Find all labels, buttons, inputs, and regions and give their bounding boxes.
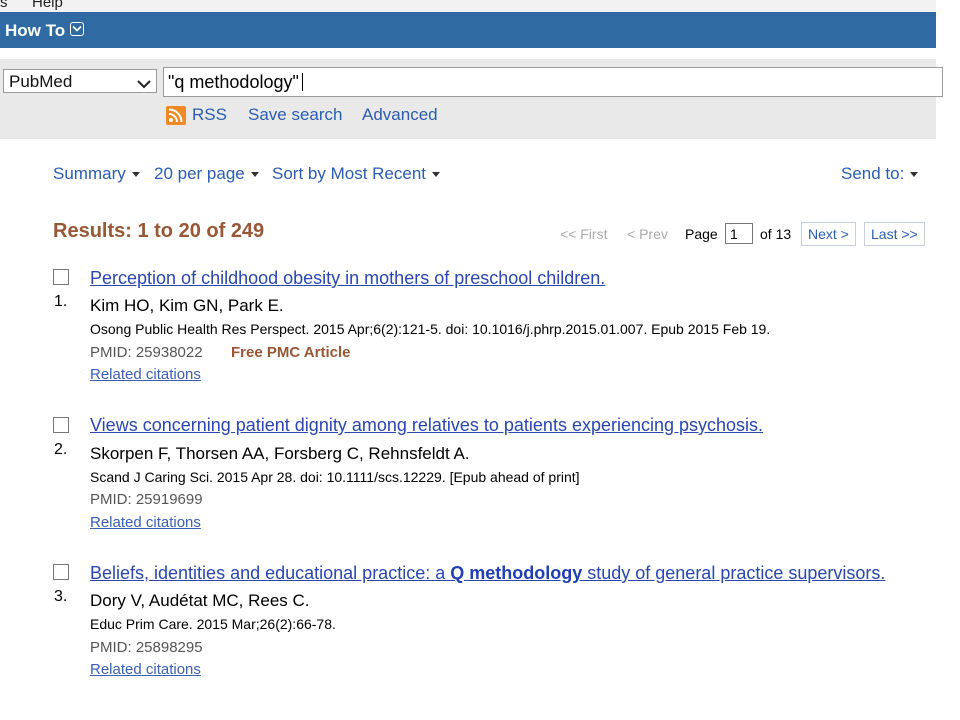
database-select[interactable]: PubMed — [3, 69, 157, 93]
pager-total-pages: of 13 — [760, 226, 792, 242]
results-count: Results: 1 to 20 of 249 — [53, 220, 265, 242]
related-citations-link[interactable]: Related citations — [90, 661, 201, 678]
result-checkbox[interactable] — [53, 417, 69, 433]
send-to-dropdown[interactable]: Send to: — [841, 164, 919, 184]
result-number: 2. — [54, 441, 68, 458]
pager-next-button[interactable]: Next > — [801, 222, 856, 246]
result-checkbox[interactable] — [53, 564, 69, 580]
search-band: PubMed "q methodology" RSS Save search A… — [0, 59, 943, 139]
per-page-dropdown[interactable]: 20 per page — [154, 164, 259, 184]
result-pmid: PMID: 25919699 — [90, 491, 203, 508]
menu-item-help[interactable]: Help — [32, 0, 63, 11]
search-input-value: "q methodology" — [168, 72, 303, 93]
related-citations-link[interactable]: Related citations — [90, 514, 201, 531]
result-checkbox[interactable] — [53, 269, 69, 285]
pager-prev: < Prev — [627, 226, 668, 242]
rss-icon[interactable] — [166, 106, 186, 125]
menu-item-fragment[interactable]: s — [0, 0, 8, 11]
howto-bar: How To — [0, 12, 936, 48]
caret-down-icon — [910, 172, 919, 177]
howto-label[interactable]: How To — [5, 21, 65, 41]
rss-link[interactable]: RSS — [192, 105, 227, 125]
result-citation: Scand J Caring Sci. 2015 Apr 28. doi: 10… — [90, 469, 580, 485]
sort-dropdown[interactable]: Sort by Most Recent — [272, 164, 441, 184]
database-select-value: PubMed — [9, 72, 73, 91]
result-citation: Educ Prim Care. 2015 Mar;26(2):66-78. — [90, 616, 336, 632]
free-pmc-article-link[interactable]: Free PMC Article — [231, 344, 350, 361]
chevron-down-icon[interactable] — [70, 22, 84, 36]
advanced-search-link[interactable]: Advanced — [362, 105, 438, 125]
caret-down-icon — [432, 172, 441, 177]
result-title-link[interactable]: Perception of childhood obesity in mothe… — [90, 268, 605, 289]
result-authors: Dory V, Audétat MC, Rees C. — [90, 591, 310, 610]
result-number: 3. — [54, 588, 68, 605]
result-pmid: PMID: 25938022 — [90, 344, 203, 361]
query-term-highlight: Q methodology — [450, 563, 583, 583]
result-pmid: PMID: 25898295 — [90, 639, 203, 656]
related-citations-link[interactable]: Related citations — [90, 366, 201, 383]
result-authors: Skorpen F, Thorsen AA, Forsberg C, Rehns… — [90, 444, 470, 463]
result-number: 1. — [54, 293, 68, 310]
menu-strip: s Help — [0, 0, 936, 12]
caret-down-icon — [131, 172, 140, 177]
text-cursor — [301, 73, 303, 91]
pager-first: << First — [560, 226, 608, 242]
pager-page-label: Page — [685, 226, 718, 242]
save-search-link[interactable]: Save search — [248, 105, 343, 125]
result-authors: Kim HO, Kim GN, Park E. — [90, 296, 284, 315]
result-title-link[interactable]: Views concerning patient dignity among r… — [90, 415, 763, 436]
page-number-input[interactable]: 1 — [725, 223, 753, 244]
search-input[interactable]: "q methodology" — [163, 67, 943, 97]
format-dropdown[interactable]: Summary — [53, 164, 140, 184]
pager-last-button[interactable]: Last >> — [864, 222, 925, 246]
caret-down-icon — [250, 172, 259, 177]
chevron-down-icon — [137, 76, 151, 94]
result-title-link[interactable]: Beliefs, identities and educational prac… — [90, 563, 885, 584]
result-citation: Osong Public Health Res Perspect. 2015 A… — [90, 321, 771, 337]
